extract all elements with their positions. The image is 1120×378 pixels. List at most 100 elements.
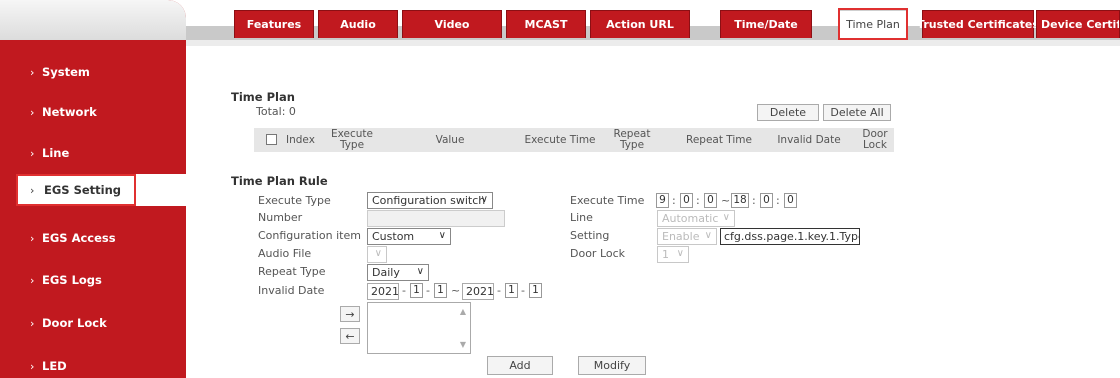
label-configuration-item: Configuration item xyxy=(258,229,361,242)
column-header-execute-type: Execute Type xyxy=(331,128,373,151)
execute-time-end-second[interactable]: 0 xyxy=(784,193,797,208)
configuration-item-value: Custom xyxy=(372,230,415,243)
label-invalid-date: Invalid Date xyxy=(258,284,325,297)
label-setting: Setting xyxy=(570,229,610,242)
label-repeat-type: Repeat Type xyxy=(258,265,326,278)
line-value: Automatic xyxy=(662,212,719,225)
line-select[interactable]: Automatic ∨ xyxy=(657,210,735,227)
chevron-down-icon: ∨ xyxy=(722,212,730,223)
date-separator: - xyxy=(402,284,406,297)
setting-select[interactable]: Enable ∨ xyxy=(657,228,717,245)
tab-features[interactable]: Features xyxy=(234,10,314,38)
add-button[interactable]: Add xyxy=(487,356,553,375)
execute-type-value: Configuration switch xyxy=(372,194,486,207)
invalid-date-end-day[interactable]: 1 xyxy=(529,283,542,298)
move-left-button[interactable]: ← xyxy=(340,328,360,344)
column-header-invalid-date: Invalid Date xyxy=(777,134,841,146)
time-separator: : xyxy=(752,194,756,207)
column-header-execute-time: Execute Time xyxy=(524,134,596,146)
time-separator: : xyxy=(776,194,780,207)
label-execute-time: Execute Time xyxy=(570,194,645,207)
chevron-right-icon: › xyxy=(30,146,35,160)
setting-value: Enable xyxy=(662,230,700,243)
sidebar-item-line[interactable]: › Line xyxy=(0,135,186,171)
invalid-date-end-year[interactable]: 2021 xyxy=(462,283,494,300)
column-header-repeat-time: Repeat Time xyxy=(686,134,752,146)
number-field[interactable] xyxy=(367,210,505,227)
sidebar-item-door-lock[interactable]: › Door Lock xyxy=(0,305,186,341)
arrow-left-icon: ← xyxy=(345,329,355,343)
move-right-button[interactable]: → xyxy=(340,306,360,322)
sidebar-item-network[interactable]: › Network xyxy=(0,94,186,130)
chevron-right-icon: › xyxy=(30,65,35,79)
sidebar-item-egs-access[interactable]: › EGS Access xyxy=(0,220,186,256)
execute-time-start-minute[interactable]: 0 xyxy=(680,193,693,208)
label-door-lock: Door Lock xyxy=(570,247,626,260)
chevron-right-icon: › xyxy=(30,316,35,330)
column-header-index: Index xyxy=(286,134,315,146)
execute-time-start-hour[interactable]: 9 xyxy=(656,193,669,208)
scroll-up-icon[interactable]: ▲ xyxy=(460,307,466,316)
execute-time-end-hour[interactable]: 18 xyxy=(731,193,749,208)
setting-text-field[interactable]: cfg.dss.page.1.key.1.Type= xyxy=(720,228,860,245)
tab-audio[interactable]: Audio xyxy=(318,10,398,38)
execute-type-select[interactable]: Configuration switch ∨ xyxy=(367,192,493,209)
chevron-down-icon: ∨ xyxy=(374,248,382,259)
section-title-time-plan: Time Plan xyxy=(231,90,295,104)
audio-file-select[interactable]: ∨ xyxy=(367,246,387,263)
door-lock-select[interactable]: 1 ∨ xyxy=(657,246,689,263)
tab-bar-underline xyxy=(186,40,1120,46)
sidebar-item-label: LED xyxy=(42,359,67,373)
active-tab-highlight xyxy=(838,8,908,40)
tab-video[interactable]: Video xyxy=(402,10,502,38)
chevron-down-icon: ∨ xyxy=(704,230,712,241)
execute-time-end-minute[interactable]: 0 xyxy=(760,193,773,208)
column-header-repeat-type: Repeat Type xyxy=(613,128,651,151)
select-all-checkbox[interactable] xyxy=(266,134,277,145)
active-item-highlight xyxy=(16,174,136,206)
invalid-date-start-day[interactable]: 1 xyxy=(434,283,447,298)
execute-time-start-second[interactable]: 0 xyxy=(704,193,717,208)
chevron-right-icon: › xyxy=(30,231,35,245)
sidebar-item-egs-logs[interactable]: › EGS Logs xyxy=(0,262,186,298)
delete-all-button[interactable]: Delete All xyxy=(823,104,891,121)
chevron-down-icon: ∨ xyxy=(480,194,488,205)
chevron-right-icon: › xyxy=(30,359,35,373)
scroll-down-icon[interactable]: ▼ xyxy=(460,340,466,349)
label-line: Line xyxy=(570,211,593,224)
modify-button[interactable]: Modify xyxy=(578,356,646,375)
range-separator: ~ xyxy=(451,284,461,297)
chevron-right-icon: › xyxy=(30,105,35,119)
chevron-down-icon: ∨ xyxy=(438,230,446,241)
invalid-date-start-year[interactable]: 2021 xyxy=(367,283,399,300)
tab-trusted-certificates[interactable]: Trusted Certificates xyxy=(917,10,1039,38)
date-separator: - xyxy=(426,284,430,297)
sidebar-item-label: System xyxy=(42,65,90,79)
delete-button[interactable]: Delete xyxy=(757,104,819,121)
door-lock-value: 1 xyxy=(662,248,669,261)
tab-mcast[interactable]: MCAST xyxy=(506,10,586,38)
sidebar-item-label: Network xyxy=(42,105,97,119)
date-separator: - xyxy=(497,284,501,297)
sidebar-item-label: EGS Logs xyxy=(42,273,102,287)
repeat-type-select[interactable]: Daily ∨ xyxy=(367,264,429,281)
sidebar-item-led[interactable]: › LED xyxy=(0,348,186,378)
column-header-value: Value xyxy=(435,134,465,146)
invalid-date-start-month[interactable]: 1 xyxy=(410,283,423,298)
sidebar-header xyxy=(0,0,186,40)
tab-device-certificates[interactable]: Device Certificates xyxy=(1036,10,1120,38)
sidebar-item-label: EGS Access xyxy=(42,231,116,245)
date-separator: - xyxy=(521,284,525,297)
tab-action-url[interactable]: Action URL xyxy=(590,10,690,38)
column-header-door-lock: Door Lock xyxy=(862,128,888,151)
label-execute-type: Execute Type xyxy=(258,194,331,207)
chevron-down-icon: ∨ xyxy=(676,248,684,259)
sidebar-item-system[interactable]: › System xyxy=(0,54,186,90)
label-audio-file: Audio File xyxy=(258,247,312,260)
tab-time-date[interactable]: Time/Date xyxy=(720,10,812,38)
chevron-down-icon: ∨ xyxy=(416,266,424,277)
repeat-type-value: Daily xyxy=(372,266,400,279)
configuration-item-select[interactable]: Custom ∨ xyxy=(367,228,451,245)
door-list-box[interactable]: ▲ ▼ xyxy=(367,302,471,354)
invalid-date-end-month[interactable]: 1 xyxy=(505,283,518,298)
